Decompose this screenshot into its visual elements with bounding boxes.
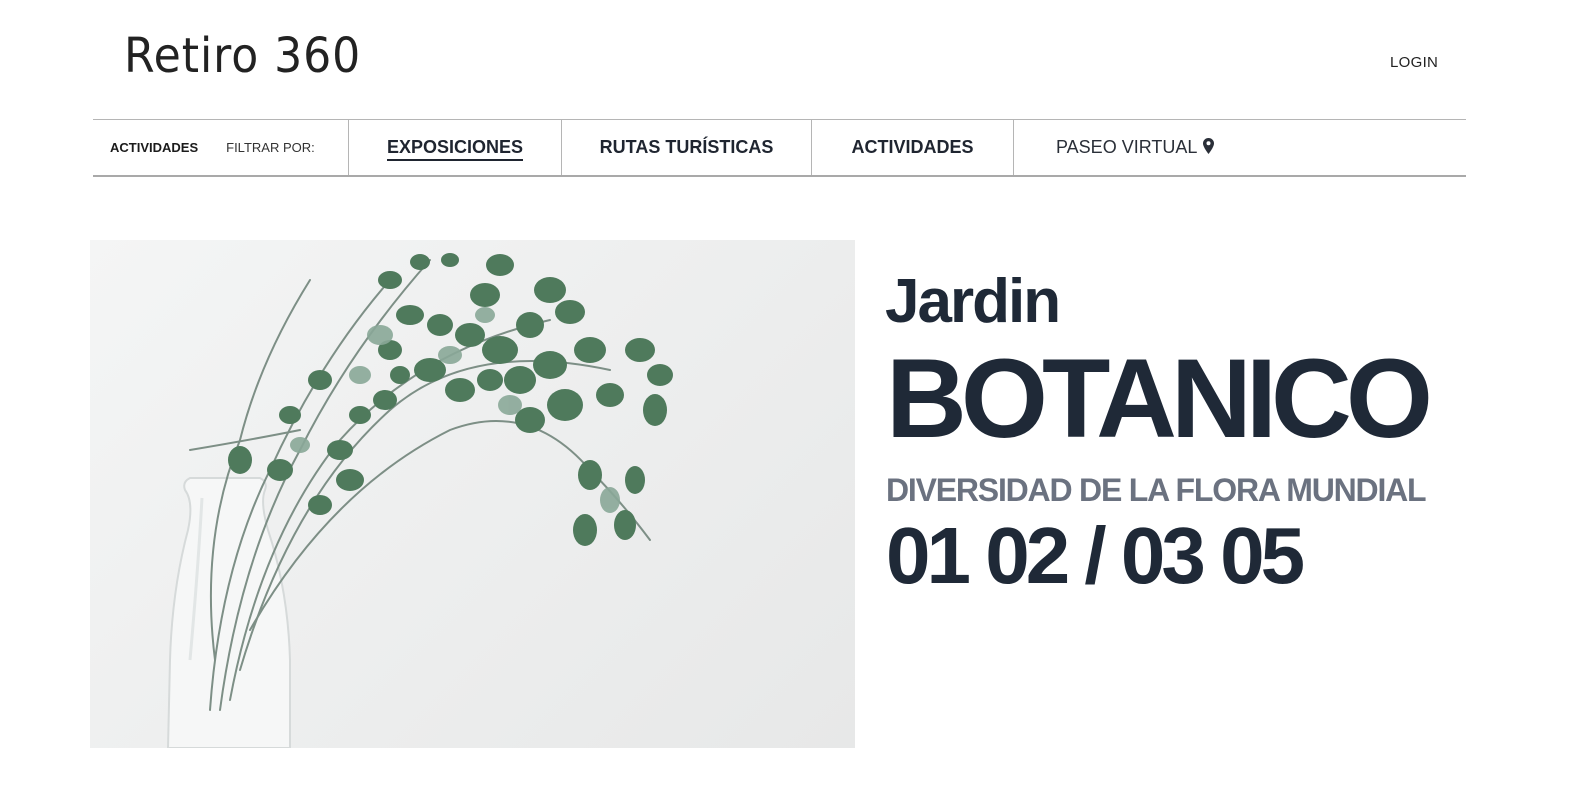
- login-link[interactable]: LOGIN: [1390, 54, 1438, 71]
- eucalyptus-vase-photo: [166, 253, 673, 748]
- paseo-virtual-label: PASEO VIRTUAL: [1056, 137, 1198, 157]
- site-logo[interactable]: Retiro 360: [124, 28, 361, 84]
- map-pin-icon: [1203, 137, 1215, 154]
- filter-navbar: ACTIVIDADES FILTRAR POR: EXPOSICIONES RU…: [93, 119, 1466, 177]
- tab-exposiciones[interactable]: EXPOSICIONES: [349, 120, 562, 175]
- tab-rutas-turisticas[interactable]: RUTAS TURÍSTICAS: [562, 120, 812, 175]
- hero-dates: 01 02 / 03 05: [886, 511, 1305, 600]
- paseo-virtual-link[interactable]: PASEO VIRTUAL: [1014, 120, 1215, 175]
- tab-actividades-label: ACTIVIDADES: [851, 137, 974, 157]
- tab-actividades[interactable]: ACTIVIDADES: [812, 120, 1014, 175]
- hero-image: [90, 240, 855, 748]
- nav-category-label: ACTIVIDADES: [110, 140, 199, 155]
- tab-exposiciones-label: EXPOSICIONES: [386, 137, 524, 161]
- hero-subtitle: DIVERSIDAD DE LA FLORA MUNDIAL: [886, 472, 1427, 508]
- hero-title-small: Jardin: [885, 267, 1061, 336]
- nav-filter-label: FILTRAR POR:: [226, 140, 315, 155]
- tab-rutas-label: RUTAS TURÍSTICAS: [599, 137, 774, 157]
- hero-title-big: BOTANICO: [886, 336, 1433, 461]
- nav-left-section: ACTIVIDADES FILTRAR POR:: [93, 120, 349, 175]
